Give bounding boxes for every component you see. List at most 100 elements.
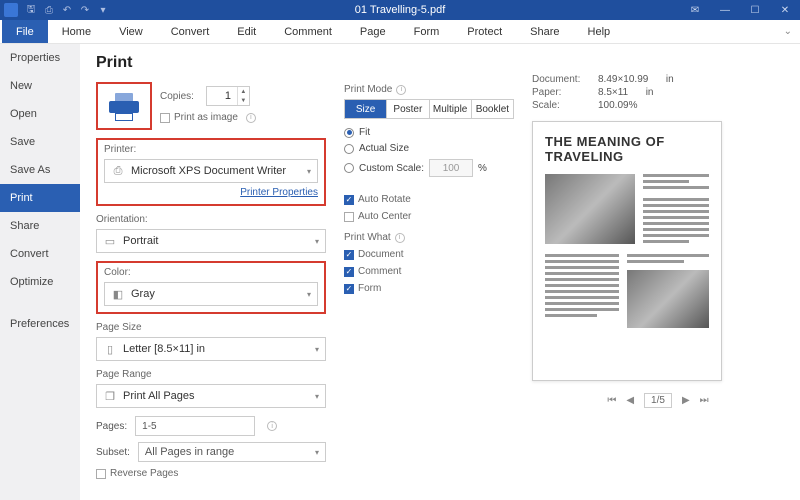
menu-share[interactable]: Share xyxy=(516,20,573,43)
orientation-select[interactable]: ▭ Portrait ▾ xyxy=(96,229,326,253)
next-page-button[interactable]: ▶ xyxy=(682,395,690,406)
seg-multiple[interactable]: Multiple xyxy=(430,100,472,118)
info-icon[interactable]: i xyxy=(395,233,405,243)
seg-poster[interactable]: Poster xyxy=(387,100,429,118)
main-area: Properties New Open Save Save As Print S… xyxy=(0,44,800,500)
pages-label: Pages: xyxy=(96,421,127,432)
form-label: Form xyxy=(358,283,381,294)
sidebar-item-new[interactable]: New xyxy=(0,72,80,100)
pages-input[interactable]: 1-5 xyxy=(135,416,255,436)
redo-icon[interactable]: ↷ xyxy=(78,3,92,17)
mail-icon[interactable]: ✉ xyxy=(684,2,706,18)
radio-fit[interactable] xyxy=(344,128,354,138)
radio-custom[interactable] xyxy=(344,163,354,173)
radio-actual[interactable] xyxy=(344,144,354,154)
undo-icon[interactable]: ↶ xyxy=(60,3,74,17)
printer-select[interactable]: ⎙ Microsoft XPS Document Writer ▾ xyxy=(104,159,318,183)
info-icon[interactable]: i xyxy=(267,421,277,431)
chevron-down-icon: ▾ xyxy=(315,392,319,401)
percent-label: % xyxy=(478,163,487,174)
sidebar-item-save[interactable]: Save xyxy=(0,128,80,156)
chevron-down-icon: ▾ xyxy=(315,237,319,246)
color-highlight-box: Color: ◧ Gray ▾ xyxy=(96,261,326,314)
seg-size[interactable]: Size xyxy=(345,100,387,118)
dropdown-icon[interactable]: ▾ xyxy=(96,3,110,17)
title-bar: 🖫 ⎙ ↶ ↷ ▾ 01 Travelling-5.pdf ✉ — ☐ ✕ xyxy=(0,0,800,20)
printer-highlight-box: Printer: ⎙ Microsoft XPS Document Writer… xyxy=(96,138,326,206)
sidebar-item-properties[interactable]: Properties xyxy=(0,44,80,72)
titlebar-left: 🖫 ⎙ ↶ ↷ ▾ xyxy=(4,3,110,17)
menu-comment[interactable]: Comment xyxy=(270,20,346,43)
first-page-button[interactable]: ⏮ xyxy=(607,395,616,406)
menu-view[interactable]: View xyxy=(105,20,157,43)
pagerange-label: Page Range xyxy=(96,369,326,380)
pagesize-value: Letter [8.5×11] in xyxy=(123,343,205,355)
autocenter-checkbox[interactable] xyxy=(344,212,354,222)
close-button[interactable]: ✕ xyxy=(774,2,796,18)
chevron-down-icon: ▾ xyxy=(315,345,319,354)
page-number-field[interactable]: 1/5 xyxy=(644,393,672,408)
prev-page-button[interactable]: ◀ xyxy=(626,395,634,406)
pagesize-select[interactable]: ▯ Letter [8.5×11] in ▾ xyxy=(96,337,326,361)
menu-form[interactable]: Form xyxy=(400,20,454,43)
comment-checkbox[interactable]: ✓ xyxy=(344,267,354,277)
document-label: Document xyxy=(358,249,404,260)
sidebar-item-open[interactable]: Open xyxy=(0,100,80,128)
color-value: Gray xyxy=(131,288,155,300)
menu-page[interactable]: Page xyxy=(346,20,400,43)
info-icon[interactable]: i xyxy=(246,113,256,123)
info-icon[interactable]: i xyxy=(396,85,406,95)
save-icon[interactable]: 🖫 xyxy=(24,3,38,17)
sidebar-item-convert[interactable]: Convert xyxy=(0,240,80,268)
print-action-button[interactable] xyxy=(96,82,152,130)
seg-booklet[interactable]: Booklet xyxy=(472,100,513,118)
menu-convert[interactable]: Convert xyxy=(157,20,224,43)
paper-size-label: Paper: xyxy=(532,87,592,98)
color-swatch-icon: ◧ xyxy=(111,287,125,301)
custom-label: Custom Scale: xyxy=(359,163,424,174)
menu-home[interactable]: Home xyxy=(48,20,105,43)
sidebar-item-share[interactable]: Share xyxy=(0,212,80,240)
sidebar-item-print[interactable]: Print xyxy=(0,184,80,212)
menu-file[interactable]: File xyxy=(2,20,48,43)
printer-properties-link[interactable]: Printer Properties xyxy=(104,187,318,198)
minimize-button[interactable]: — xyxy=(714,2,736,18)
printer-value: Microsoft XPS Document Writer xyxy=(131,165,286,177)
color-select[interactable]: ◧ Gray ▾ xyxy=(104,282,318,306)
print-icon[interactable]: ⎙ xyxy=(42,3,56,17)
print-preview-panel: Document:8.49×10.99 in Paper:8.5×11 in S… xyxy=(532,54,784,490)
preview-pager: ⏮ ◀ 1/5 ▶ ⏭ xyxy=(532,393,784,408)
sidebar-item-preferences[interactable]: Preferences xyxy=(0,310,80,338)
form-checkbox[interactable]: ✓ xyxy=(344,284,354,294)
pages-icon: ❐ xyxy=(103,389,117,403)
subset-select[interactable]: All Pages in range ▾ xyxy=(138,442,326,462)
copies-stepper[interactable]: ▲▼ xyxy=(237,87,249,105)
doc-size-label: Document: xyxy=(532,74,592,85)
preview-image-icon xyxy=(627,270,709,328)
print-settings-mid: Print Mode i Size Poster Multiple Bookle… xyxy=(344,54,514,490)
autocenter-label: Auto Center xyxy=(358,211,411,222)
printer-label: Printer: xyxy=(104,144,318,155)
document-checkbox[interactable]: ✓ xyxy=(344,250,354,260)
copies-input[interactable]: 1 ▲▼ xyxy=(206,86,250,106)
subset-label: Subset: xyxy=(96,447,130,458)
stepper-down-icon[interactable]: ▼ xyxy=(238,96,249,105)
menu-protect[interactable]: Protect xyxy=(453,20,516,43)
sidebar-item-saveas[interactable]: Save As xyxy=(0,156,80,184)
preview-headline: THE MEANING OF TRAVELING xyxy=(545,134,709,164)
collapse-ribbon-icon[interactable]: ⌄ xyxy=(784,26,792,37)
last-page-button[interactable]: ⏭ xyxy=(700,395,709,406)
custom-scale-input[interactable]: 100 xyxy=(429,159,473,177)
orientation-label: Orientation: xyxy=(96,214,326,225)
reverse-pages-checkbox[interactable] xyxy=(96,469,106,479)
autorotate-checkbox[interactable]: ✓ xyxy=(344,195,354,205)
actual-label: Actual Size xyxy=(359,143,409,154)
print-as-image-checkbox[interactable] xyxy=(160,113,170,123)
menu-help[interactable]: Help xyxy=(574,20,625,43)
stepper-up-icon[interactable]: ▲ xyxy=(238,87,249,96)
sidebar-item-optimize[interactable]: Optimize xyxy=(0,268,80,296)
menu-edit[interactable]: Edit xyxy=(223,20,270,43)
maximize-button[interactable]: ☐ xyxy=(744,2,766,18)
scale-label: Scale: xyxy=(532,100,592,111)
pagerange-select[interactable]: ❐ Print All Pages ▾ xyxy=(96,384,326,408)
